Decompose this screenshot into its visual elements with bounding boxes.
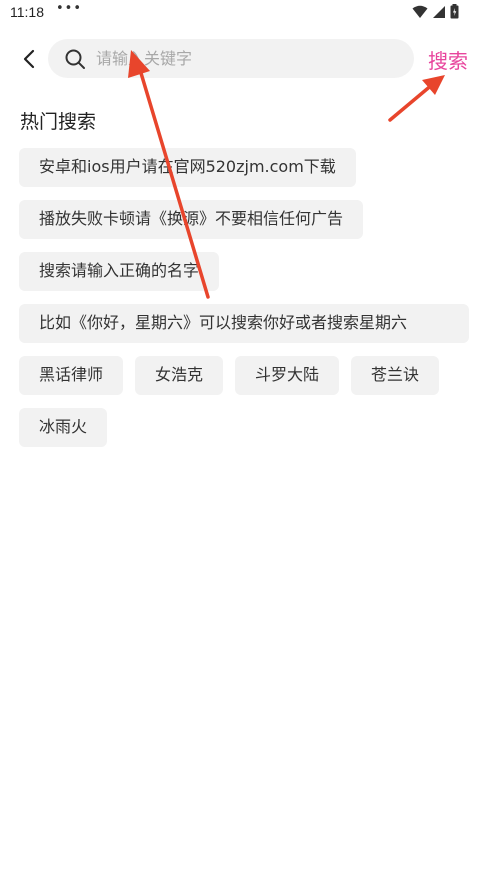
hot-search-tag[interactable]: 冰雨火	[19, 408, 108, 447]
battery-icon	[450, 3, 459, 23]
annotation-arrow-to-search-button	[388, 75, 445, 122]
hot-search-tags: 安卓和ios用户请在官网520zjm.com下载 播放失败卡顿请《换源》不要相信…	[19, 148, 471, 447]
chevron-left-icon	[23, 49, 35, 69]
wifi-icon	[412, 4, 428, 23]
hot-search-tag[interactable]: 黑话律师	[19, 356, 124, 395]
status-time: 11:18	[10, 4, 44, 20]
hot-search-tag[interactable]: 搜索请输入正确的名字	[19, 252, 220, 291]
back-button[interactable]	[14, 44, 44, 74]
search-button[interactable]: 搜索	[428, 45, 468, 74]
notification-dots-icon: •••	[56, 1, 83, 16]
hot-search-tag[interactable]: 斗罗大陆	[235, 356, 340, 395]
hot-search-tag[interactable]: 安卓和ios用户请在官网520zjm.com下载	[19, 148, 356, 187]
search-icon	[64, 48, 86, 70]
hot-search-tag[interactable]: 苍兰诀	[351, 356, 440, 395]
search-box[interactable]	[48, 39, 414, 78]
signal-icon	[432, 4, 446, 23]
hot-search-tag[interactable]: 比如《你好，星期六》可以搜索你好或者搜索星期六	[19, 304, 469, 343]
status-icons	[412, 3, 459, 23]
hot-search-title: 热门搜索	[20, 111, 97, 133]
hot-search-tag[interactable]: 女浩克	[135, 356, 224, 395]
hot-search-tag[interactable]: 播放失败卡顿请《换源》不要相信任何广告	[19, 200, 364, 239]
search-input[interactable]	[96, 43, 396, 74]
status-bar: 11:18 •••	[0, 0, 489, 28]
